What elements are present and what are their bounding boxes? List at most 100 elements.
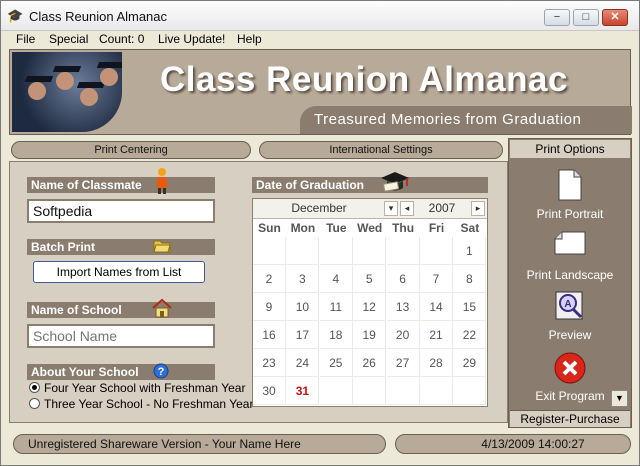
calendar-day[interactable]: 4: [319, 265, 353, 293]
calendar-empty-cell: [319, 237, 353, 265]
about-school-label: About Your School: [27, 364, 215, 380]
year-field[interactable]: 2007: [417, 200, 467, 217]
radio-three-year[interactable]: [29, 398, 40, 409]
international-settings-tab[interactable]: International Settings: [259, 141, 503, 159]
calendar-day[interactable]: 8: [453, 265, 487, 293]
weekday-label: Sun: [258, 221, 281, 235]
calendar-empty-cell: [286, 237, 320, 265]
house-icon: [152, 298, 172, 318]
four-year-option[interactable]: Four Year School with Freshman Year: [29, 381, 245, 395]
weekday-label: Tue: [326, 221, 347, 235]
svg-text:A: A: [564, 299, 571, 310]
calendar-day[interactable]: 11: [319, 293, 353, 321]
calendar-day[interactable]: 26: [353, 349, 387, 377]
landscape-page-icon[interactable]: [554, 231, 586, 255]
weekday-label: Wed: [357, 221, 383, 235]
calendar-day[interactable]: 16: [253, 321, 286, 349]
svg-text:?: ?: [158, 366, 165, 378]
portrait-page-icon[interactable]: [558, 169, 582, 201]
calendar-empty-cell: [319, 377, 353, 405]
calendar-day[interactable]: 13: [386, 293, 420, 321]
three-year-option[interactable]: Three Year School - No Freshman Year: [29, 397, 253, 411]
calendar-day[interactable]: 19: [353, 321, 387, 349]
calendar-day[interactable]: 23: [253, 349, 286, 377]
status-license: Unregistered Shareware Version - Your Na…: [13, 434, 386, 454]
calendar-day[interactable]: 22: [453, 321, 487, 349]
menu-file[interactable]: File: [16, 32, 35, 46]
month-dropdown-icon[interactable]: ▾: [384, 201, 398, 216]
help-icon[interactable]: ?: [153, 363, 169, 379]
calendar-day[interactable]: 28: [420, 349, 453, 377]
graduation-calendar[interactable]: December ▾ ◂ 2007 ▸ Sun Mon Tue Wed Thu Fri Sa…: [252, 198, 488, 407]
graduation-cap-icon: 🎓: [7, 8, 24, 23]
calendar-empty-cell: [353, 237, 387, 265]
calendar-day[interactable]: 30: [253, 377, 286, 405]
open-folder-icon: [153, 240, 171, 253]
calendar-empty-cell: [386, 377, 420, 405]
app-window: 🎓 Class Reunion Almanac − □ ✕ File Speci…: [0, 0, 640, 466]
exit-icon[interactable]: [554, 352, 586, 384]
title-bar[interactable]: 🎓 Class Reunion Almanac − □ ✕: [1, 1, 639, 31]
classmate-name-input[interactable]: Softpedia: [27, 199, 215, 223]
graduation-date-label: Date of Graduation: [252, 177, 488, 193]
calendar-day[interactable]: 1: [453, 237, 487, 265]
calendar-day[interactable]: 27: [386, 349, 420, 377]
maximize-button[interactable]: □: [573, 9, 599, 26]
calendar-day[interactable]: 12: [353, 293, 387, 321]
status-datetime: 4/13/2009 14:00:27: [395, 434, 631, 454]
banner-title: Class Reunion Almanac: [160, 60, 568, 99]
print-options-header: Print Options: [510, 140, 630, 158]
calendar-empty-cell: [253, 237, 286, 265]
calendar-day[interactable]: 18: [319, 321, 353, 349]
graduates-photo: [12, 52, 122, 132]
calendar-empty-cell: [420, 377, 453, 405]
classmate-label: Name of Classmate: [27, 177, 215, 193]
preview-icon[interactable]: A: [554, 290, 586, 322]
calendar-empty-cell: [353, 377, 387, 405]
calendar-day[interactable]: 2: [253, 265, 286, 293]
register-purchase-button[interactable]: Register-Purchase: [510, 410, 630, 427]
school-name-input[interactable]: [27, 324, 215, 348]
prev-year-icon[interactable]: ◂: [400, 201, 414, 216]
import-names-button[interactable]: Import Names from List: [33, 261, 205, 283]
banner-subtitle: Treasured Memories from Graduation: [314, 111, 582, 128]
calendar-day[interactable]: 24: [286, 349, 320, 377]
menu-help[interactable]: Help: [237, 32, 262, 46]
window-title: Class Reunion Almanac: [29, 9, 168, 24]
calendar-empty-cell: [386, 237, 420, 265]
radio-four-year[interactable]: [29, 382, 40, 393]
close-button[interactable]: ✕: [602, 9, 628, 26]
calendar-day[interactable]: 9: [253, 293, 286, 321]
weekday-label: Mon: [290, 221, 316, 235]
calendar-day[interactable]: 25: [319, 349, 353, 377]
calendar-day[interactable]: 17: [286, 321, 320, 349]
print-centering-tab[interactable]: Print Centering: [11, 141, 251, 159]
menu-live-update[interactable]: Live Update!: [158, 32, 225, 46]
person-icon: [157, 168, 167, 194]
calendar-day[interactable]: 20: [386, 321, 420, 349]
calendar-day[interactable]: 14: [420, 293, 453, 321]
print-landscape-label[interactable]: Print Landscape: [509, 268, 631, 282]
menu-special[interactable]: Special: [49, 32, 88, 46]
calendar-day[interactable]: 29: [453, 349, 487, 377]
minimize-button[interactable]: −: [544, 9, 570, 26]
calendar-header: December ▾ ◂ 2007 ▸: [253, 199, 487, 219]
batch-print-label: Batch Print: [27, 239, 215, 255]
menu-bar: File Special Count: 0 Live Update! Help: [1, 31, 639, 48]
weekday-label: Sat: [460, 221, 480, 235]
menu-count[interactable]: Count: 0: [99, 32, 144, 46]
month-select[interactable]: December: [255, 200, 383, 217]
calendar-day[interactable]: 10: [286, 293, 320, 321]
calendar-day[interactable]: 31: [286, 377, 320, 405]
calendar-day[interactable]: 7: [420, 265, 453, 293]
school-label: Name of School: [27, 302, 215, 318]
next-year-icon[interactable]: ▸: [471, 201, 485, 216]
calendar-day[interactable]: 5: [353, 265, 387, 293]
calendar-day[interactable]: 3: [286, 265, 320, 293]
calendar-day[interactable]: 21: [420, 321, 453, 349]
print-portrait-label[interactable]: Print Portrait: [509, 207, 631, 221]
calendar-day[interactable]: 15: [453, 293, 487, 321]
calendar-day[interactable]: 6: [386, 265, 420, 293]
scroll-down-icon[interactable]: ▼: [611, 390, 628, 407]
preview-label[interactable]: Preview: [509, 328, 631, 342]
